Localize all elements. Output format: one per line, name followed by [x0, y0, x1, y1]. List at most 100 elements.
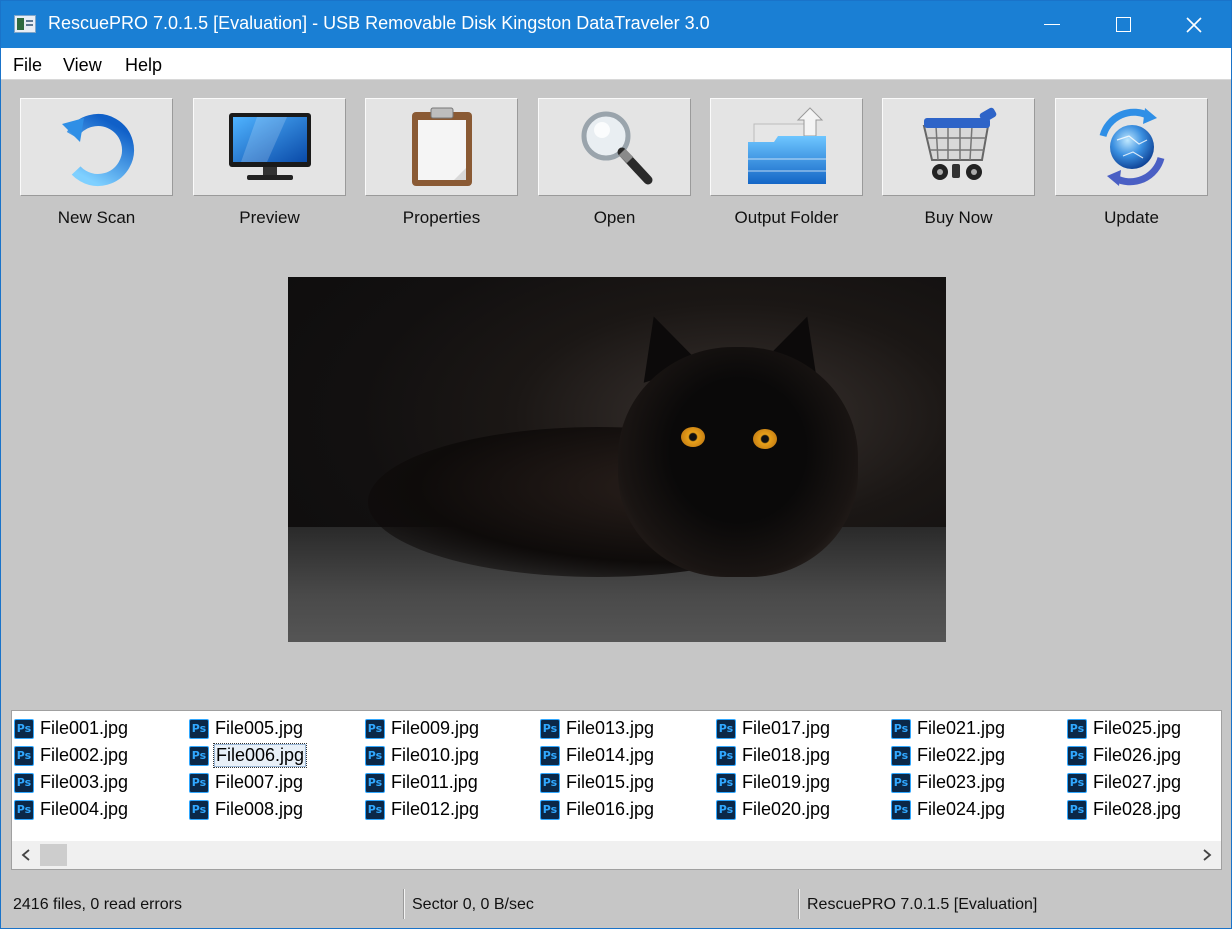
file-item[interactable]: Ps File006.jpg — [189, 743, 364, 768]
new-scan-label: New Scan — [57, 208, 136, 227]
file-item[interactable]: Ps File004.jpg — [14, 797, 189, 822]
photoshop-file-icon: Ps — [1067, 718, 1087, 739]
file-item[interactable]: Ps File015.jpg — [540, 770, 715, 795]
file-item[interactable]: Ps File024.jpg — [891, 797, 1066, 822]
file-name: File001.jpg — [40, 718, 129, 738]
status-version: RescuePRO 7.0.1.5 [Evaluation] — [807, 896, 1038, 913]
photoshop-file-icon: Ps — [14, 718, 34, 739]
photoshop-file-icon: Ps — [716, 745, 736, 766]
update-label: Update — [1104, 208, 1159, 227]
file-item[interactable]: Ps File019.jpg — [716, 770, 891, 795]
file-name: File012.jpg — [391, 799, 480, 819]
file-item[interactable]: Ps File016.jpg — [540, 797, 715, 822]
file-item[interactable]: Ps File009.jpg — [365, 716, 540, 741]
new-scan-button[interactable] — [20, 98, 173, 196]
photoshop-file-icon: Ps — [14, 799, 34, 820]
file-name: File009.jpg — [391, 718, 480, 738]
file-item[interactable]: Ps File010.jpg — [365, 743, 540, 768]
file-name: File018.jpg — [742, 745, 831, 765]
file-name: File007.jpg — [215, 772, 304, 792]
file-item[interactable]: Ps File003.jpg — [14, 770, 189, 795]
file-name: File002.jpg — [40, 745, 129, 765]
file-item[interactable]: Ps File007.jpg — [189, 770, 364, 795]
title-bar[interactable]: RescuePRO 7.0.1.5 [Evaluation] - USB Rem… — [1, 1, 1231, 48]
folder-upload-icon — [747, 107, 826, 184]
menu-bar: File View Help — [1, 48, 1231, 80]
menu-help[interactable]: Help — [125, 55, 162, 76]
buy-now-button[interactable] — [882, 98, 1035, 196]
photoshop-file-icon: Ps — [365, 745, 385, 766]
globe-sync-icon — [1099, 108, 1164, 186]
file-item[interactable]: Ps File017.jpg — [716, 716, 891, 741]
file-item[interactable]: Ps File020.jpg — [716, 797, 891, 822]
file-item[interactable]: Ps File002.jpg — [14, 743, 189, 768]
file-name: File008.jpg — [215, 799, 304, 819]
photoshop-file-icon: Ps — [891, 772, 911, 793]
photoshop-file-icon: Ps — [891, 745, 911, 766]
file-item[interactable]: Ps File027.jpg — [1067, 770, 1221, 795]
maximize-button[interactable] — [1088, 1, 1158, 48]
file-item[interactable]: Ps File026.jpg — [1067, 743, 1221, 768]
file-item[interactable]: Ps File008.jpg — [189, 797, 364, 822]
photoshop-file-icon: Ps — [891, 718, 911, 739]
file-item[interactable]: Ps File021.jpg — [891, 716, 1066, 741]
file-item[interactable]: Ps File018.jpg — [716, 743, 891, 768]
app-window: RescuePRO 7.0.1.5 [Evaluation] - USB Rem… — [0, 0, 1232, 929]
photoshop-file-icon: Ps — [365, 718, 385, 739]
file-item[interactable]: Ps File014.jpg — [540, 743, 715, 768]
photoshop-file-icon: Ps — [189, 745, 209, 766]
file-item[interactable]: Ps File001.jpg — [14, 716, 189, 741]
file-item[interactable]: Ps File012.jpg — [365, 797, 540, 822]
file-name: File019.jpg — [742, 772, 831, 792]
file-item[interactable]: Ps File013.jpg — [540, 716, 715, 741]
close-button[interactable] — [1159, 1, 1229, 48]
photoshop-file-icon: Ps — [540, 799, 560, 820]
preview-button[interactable] — [193, 98, 346, 196]
file-name: File015.jpg — [566, 772, 655, 792]
file-name: File017.jpg — [742, 718, 831, 738]
file-list[interactable]: Ps File001.jpg Ps File002.jpg Ps File003.jpg P… — [11, 710, 1222, 870]
photoshop-file-icon: Ps — [1067, 799, 1087, 820]
properties-button[interactable] — [365, 98, 518, 196]
chevron-left-icon — [21, 849, 30, 861]
file-item[interactable]: Ps File011.jpg — [365, 770, 540, 795]
maximize-icon — [1115, 17, 1131, 32]
chevron-right-icon — [1203, 849, 1212, 861]
magnifier-icon — [581, 111, 652, 185]
photoshop-file-icon: Ps — [189, 718, 209, 739]
scroll-left-button[interactable] — [12, 841, 40, 869]
photoshop-file-icon: Ps — [716, 718, 736, 739]
window-title: RescuePRO 7.0.1.5 [Evaluation] - USB Rem… — [48, 13, 710, 33]
file-item[interactable]: Ps File028.jpg — [1067, 797, 1221, 822]
menu-view[interactable]: View — [63, 55, 102, 76]
minimize-button[interactable] — [1017, 1, 1087, 48]
status-bar: 2416 files, 0 read errors Sector 0, 0 B/… — [1, 885, 1231, 925]
photoshop-file-icon: Ps — [716, 772, 736, 793]
file-item[interactable]: Ps File022.jpg — [891, 743, 1066, 768]
menu-file[interactable]: File — [13, 55, 42, 76]
file-name: File028.jpg — [1093, 799, 1182, 819]
open-button[interactable] — [538, 98, 691, 196]
file-name: File005.jpg — [215, 718, 304, 738]
photoshop-file-icon: Ps — [540, 772, 560, 793]
file-name: File027.jpg — [1093, 772, 1182, 792]
close-icon — [1186, 16, 1202, 33]
update-button[interactable] — [1055, 98, 1208, 196]
horizontal-scrollbar[interactable] — [12, 841, 1221, 869]
photoshop-file-icon: Ps — [14, 772, 34, 793]
scroll-thumb[interactable] — [40, 844, 67, 866]
file-item[interactable]: Ps File025.jpg — [1067, 716, 1221, 741]
output-folder-button[interactable] — [710, 98, 863, 196]
status-sector: Sector 0, 0 B/sec — [412, 896, 534, 913]
file-name: File004.jpg — [40, 799, 129, 819]
file-item[interactable]: Ps File005.jpg — [189, 716, 364, 741]
file-item[interactable]: Ps File023.jpg — [891, 770, 1066, 795]
file-name: File003.jpg — [40, 772, 129, 792]
properties-label: Properties — [402, 208, 481, 227]
scroll-right-button[interactable] — [1193, 841, 1221, 869]
clipboard-icon — [411, 107, 472, 186]
app-icon[interactable] — [14, 15, 36, 33]
photoshop-file-icon: Ps — [540, 745, 560, 766]
output-folder-label: Output Folder — [734, 208, 839, 227]
photoshop-file-icon: Ps — [365, 772, 385, 793]
